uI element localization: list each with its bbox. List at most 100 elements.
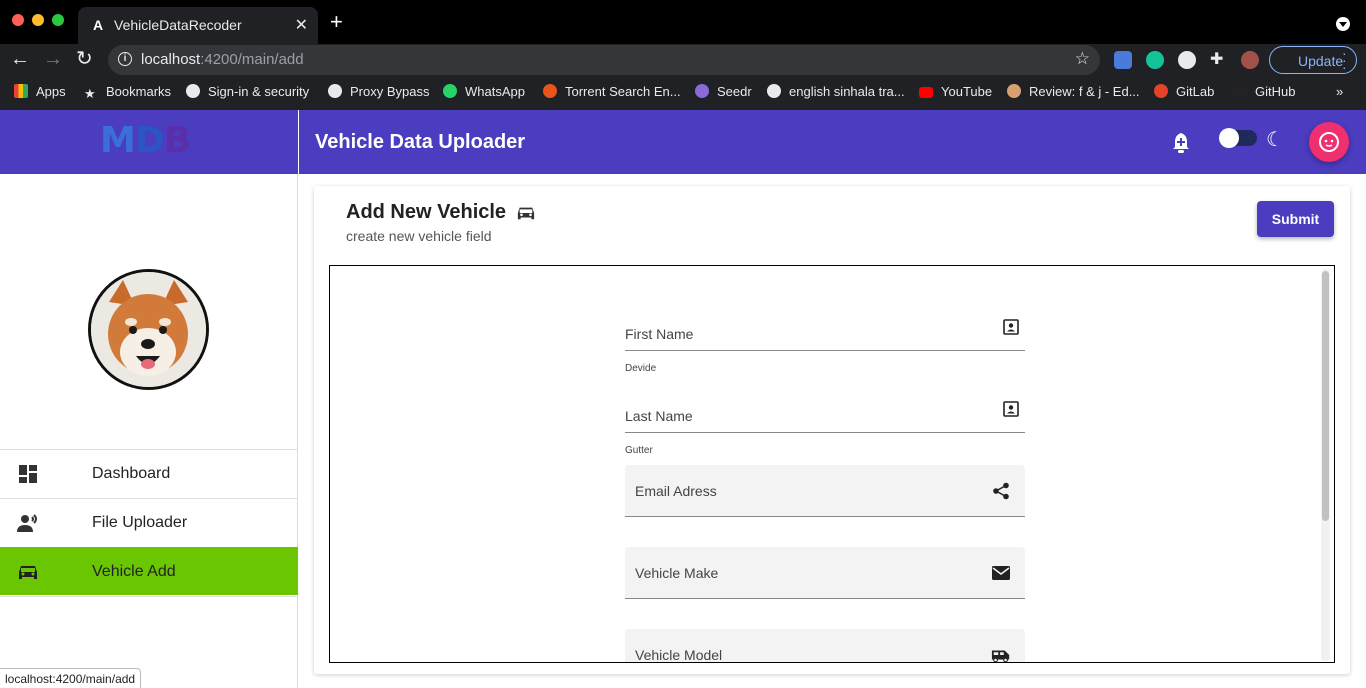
bookmark-label: Sign-in & security	[208, 84, 310, 99]
app-logo[interactable]: MDB	[100, 120, 191, 161]
first-name-label: First Name	[625, 326, 694, 342]
bookmark-item[interactable]: Proxy Bypass	[328, 84, 429, 99]
avatar	[88, 269, 209, 390]
car-icon	[517, 207, 535, 220]
sidebar-item-dashboard[interactable]: Dashboard	[0, 449, 298, 497]
gitlab-icon	[1154, 84, 1168, 98]
scrollbar[interactable]	[1321, 269, 1330, 661]
sidebar-header: MDB	[0, 110, 298, 174]
bookmark-item[interactable]: Sign-in & security	[186, 84, 309, 99]
new-tab-button[interactable]: +	[330, 11, 343, 33]
link-status-bar: localhost:4200/main/add	[0, 668, 142, 688]
bookmark-item[interactable]: Torrent Search En...	[543, 84, 681, 99]
page-title: Vehicle Data Uploader	[315, 131, 526, 153]
browser-tabstrip: A VehicleDataRecoder ✕ +	[0, 0, 1366, 44]
bookmark-star-icon[interactable]: ☆	[1075, 49, 1090, 69]
bookmark-item[interactable]: GitLab	[1154, 84, 1214, 99]
torrent-icon	[543, 84, 557, 98]
bookmark-label: GitHub	[1255, 84, 1296, 99]
youtube-icon	[919, 87, 933, 98]
bookmark-item[interactable]: english sinhala tra...	[767, 84, 905, 99]
minimize-window-button[interactable]	[32, 14, 44, 26]
bookmark-label: english sinhala tra...	[789, 84, 905, 99]
close-window-button[interactable]	[12, 14, 24, 26]
record-voice-icon	[17, 514, 37, 532]
star-icon: ★	[84, 86, 96, 101]
scrollbar-thumb[interactable]	[1322, 271, 1329, 521]
bookmark-label: GitLab	[1176, 84, 1215, 99]
translate-extension-icon[interactable]	[1114, 51, 1132, 69]
bookmark-label: WhatsApp	[465, 84, 525, 99]
sidebar-item-label: Vehicle Add	[92, 563, 176, 580]
bookmark-item[interactable]: ★ Bookmarks	[84, 84, 171, 101]
theme-toggle[interactable]	[1219, 128, 1257, 148]
more-menu-icon[interactable]: · · ·	[1342, 46, 1347, 74]
first-name-field[interactable]: First Name Devide	[625, 311, 1025, 374]
bookmark-label: YouTube	[941, 84, 993, 99]
logo-letter-m: M	[100, 120, 136, 161]
share-icon	[993, 482, 1009, 500]
bookmark-item[interactable]: Review: f & j - Ed...	[1007, 84, 1140, 99]
close-tab-icon[interactable]: ✕	[295, 15, 308, 35]
moon-icon: ☾	[1266, 129, 1284, 151]
github-icon	[1233, 84, 1247, 98]
first-name-hint: Devide	[625, 363, 657, 374]
vehicle-make-label: Vehicle Make	[635, 565, 719, 581]
logo-letter-b: B	[163, 120, 191, 161]
sidebar-item-vehicle-add[interactable]: Vehicle Add	[0, 547, 298, 595]
bookmark-item[interactable]: YouTube	[919, 84, 992, 99]
mail-icon	[992, 566, 1010, 580]
grammarly-extension-icon[interactable]	[1146, 51, 1164, 69]
dashboard-icon	[19, 465, 37, 483]
extensions-puzzle-icon[interactable]: ✚	[1210, 49, 1228, 68]
sidebar-item-label: Dashboard	[92, 465, 171, 482]
profile-avatar-icon[interactable]	[1241, 51, 1259, 69]
bookmark-item[interactable]: Apps	[14, 84, 66, 99]
tab-title: VehicleDataRecoder	[114, 17, 242, 33]
seedr-icon	[695, 84, 709, 98]
bookmark-label: Apps	[36, 84, 66, 99]
vehicle-model-label: Vehicle Model	[635, 647, 723, 663]
reload-icon[interactable]: ↻	[76, 48, 93, 70]
bookmark-label: Seedr	[717, 84, 752, 99]
bookmarks-overflow-icon[interactable]: »	[1336, 84, 1343, 99]
card-subtitle: create new vehicle field	[346, 228, 492, 244]
last-name-field[interactable]: Last Name Gutter	[625, 393, 1025, 456]
last-name-label: Last Name	[625, 408, 693, 424]
last-name-hint: Gutter	[625, 445, 653, 456]
browser-toolbar: ← → ↻ i localhost:4200/main/add ☆ ✚ Upda…	[0, 44, 1366, 76]
sidebar: MDB Dashboard File Uploader Vehicle Add	[0, 110, 298, 688]
bookmark-item[interactable]: GitHub	[1233, 84, 1295, 99]
tab-search-icon[interactable]	[1336, 17, 1350, 31]
extension-icon[interactable]	[1178, 51, 1196, 69]
card-title: Add New Vehicle	[346, 201, 507, 223]
bookmark-label: Review: f & j - Ed...	[1029, 84, 1140, 99]
site-info-icon[interactable]: i	[118, 52, 132, 66]
user-menu-button[interactable]	[1309, 122, 1349, 162]
address-bar[interactable]: i localhost:4200/main/add ☆	[108, 45, 1100, 75]
notification-add-icon[interactable]	[1171, 132, 1191, 154]
van-icon	[991, 650, 1010, 662]
dog-avatar-image	[91, 272, 206, 387]
sidebar-item-file-uploader[interactable]: File Uploader	[0, 498, 298, 546]
contact-icon	[1003, 319, 1019, 335]
bookmark-label: Bookmarks	[106, 84, 172, 99]
update-button[interactable]: Update · · ·	[1269, 46, 1357, 74]
bookmark-item[interactable]: Seedr	[695, 84, 752, 99]
bookmark-item[interactable]: WhatsApp	[443, 84, 525, 99]
vehicle-model-field[interactable]: Vehicle Model	[625, 629, 1025, 663]
whatsapp-icon	[443, 84, 457, 98]
apps-grid-icon	[14, 84, 28, 98]
forward-icon[interactable]: →	[43, 48, 63, 70]
email-field[interactable]: Email Adress	[625, 465, 1025, 517]
browser-tab[interactable]: A VehicleDataRecoder ✕	[78, 7, 318, 44]
back-icon[interactable]: ←	[10, 48, 30, 70]
bookmarks-bar: Apps ★ Bookmarks Sign-in & security Proxy By…	[0, 76, 1366, 110]
vehicle-make-field[interactable]: Vehicle Make	[625, 547, 1025, 599]
zoom-window-button[interactable]	[52, 14, 64, 26]
url-text: localhost:4200/main/add	[141, 51, 304, 68]
email-label: Email Adress	[635, 483, 717, 499]
app-header: Vehicle Data Uploader ☾	[299, 110, 1366, 174]
google-icon	[767, 84, 781, 98]
submit-button[interactable]: Submit	[1257, 201, 1334, 237]
